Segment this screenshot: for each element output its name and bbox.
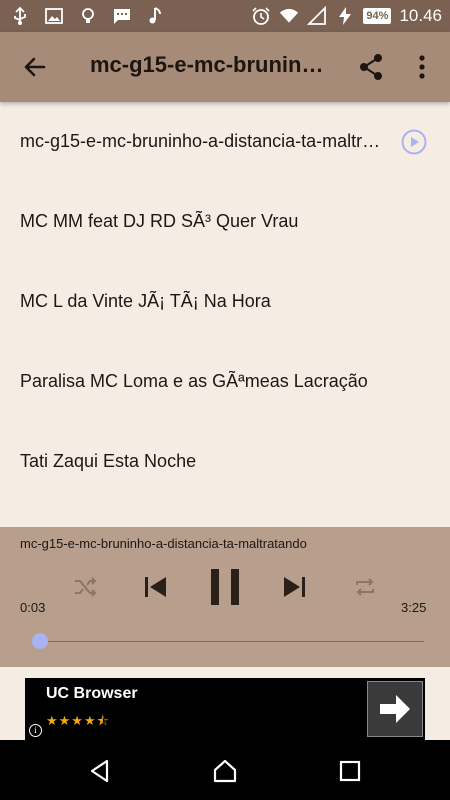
list-item[interactable]: Tati Zaqui Esta Noche	[0, 422, 450, 502]
track-title: MC L da Vinte JÃ¡ TÃ¡ Na Hora	[20, 291, 271, 311]
track-title: Tati Zaqui Esta Noche	[20, 451, 197, 471]
play-circle-icon[interactable]	[401, 129, 427, 155]
seek-bar[interactable]	[34, 641, 424, 642]
status-bar: 94% 10.46	[0, 0, 450, 32]
charging-icon	[339, 7, 352, 25]
image-icon	[45, 8, 63, 24]
track-title: Paralisa MC Loma e as GÃªmeas Lacração	[20, 371, 368, 391]
ad-app-name: UC Browser	[46, 685, 138, 702]
chat-icon	[114, 9, 130, 24]
wifi-icon	[280, 8, 299, 23]
list-item[interactable]: Paralisa MC Loma e as GÃªmeas Lacração	[0, 342, 450, 422]
lightbulb-icon	[82, 8, 94, 23]
system-nav-bar	[0, 740, 450, 800]
share-icon[interactable]	[356, 52, 386, 82]
more-vert-icon[interactable]	[412, 52, 432, 82]
nav-home-icon[interactable]	[212, 758, 238, 784]
usb-icon	[14, 6, 26, 25]
ad-rating-stars: ★★★★⯪	[46, 713, 110, 728]
signal-icon	[307, 6, 327, 25]
ad-banner[interactable]: UC Browser ★★★★⯪ i	[25, 678, 425, 740]
list-item[interactable]: mc-g15-e-mc-bruninho-a-distancia-ta-malt…	[0, 102, 450, 182]
track-list: mc-g15-e-mc-bruninho-a-distancia-ta-malt…	[0, 102, 450, 502]
repeat-icon[interactable]	[352, 574, 378, 600]
nav-back-icon[interactable]	[87, 758, 113, 784]
track-title: mc-g15-e-mc-bruninho-a-distancia-ta-malt…	[20, 131, 384, 151]
music-note-icon	[149, 7, 161, 24]
page-title: mc-g15-e-mc-bruninho-a-distancia-ta-malt…	[90, 52, 330, 77]
ad-info-icon[interactable]: i	[29, 724, 42, 737]
skip-next-icon[interactable]	[280, 572, 310, 602]
elapsed-time: 0:03	[20, 600, 46, 615]
nav-recents-icon[interactable]	[337, 758, 363, 784]
seek-thumb[interactable]	[31, 633, 48, 649]
battery-indicator: 94%	[363, 8, 392, 24]
alarm-icon	[252, 7, 270, 25]
arrow-forward-icon[interactable]	[367, 681, 423, 737]
track-title: MC MM feat DJ RD SÃ³ Quer Vrau	[20, 211, 299, 231]
duration-time: 3:25	[401, 600, 427, 615]
list-item[interactable]: MC L da Vinte JÃ¡ TÃ¡ Na Hora	[0, 262, 450, 342]
player-panel: mc-g15-e-mc-bruninho-a-distancia-ta-malt…	[0, 527, 450, 667]
list-item[interactable]: MC MM feat DJ RD SÃ³ Quer Vrau	[0, 182, 450, 262]
shuffle-icon[interactable]	[72, 574, 98, 600]
pause-icon[interactable]	[207, 567, 243, 607]
app-bar: mc-g15-e-mc-bruninho-a-distancia-ta-malt…	[0, 32, 450, 102]
arrow-back-icon[interactable]	[20, 52, 50, 82]
now-playing-title: mc-g15-e-mc-bruninho-a-distancia-ta-malt…	[20, 536, 307, 551]
skip-previous-icon[interactable]	[140, 572, 170, 602]
clock: 10.46	[399, 6, 442, 25]
